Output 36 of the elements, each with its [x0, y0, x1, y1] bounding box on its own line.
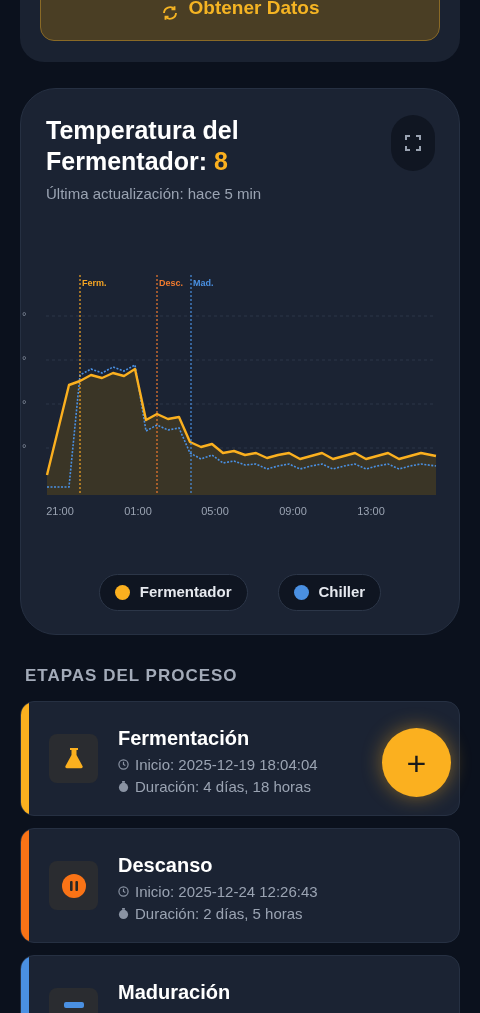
- stage-start-text: Inicio: 2025-12-24 12:26:43: [135, 881, 318, 902]
- y-axis-label: °: [22, 354, 27, 366]
- stage-duration-text: Duración: 2 días, 5 horas: [135, 903, 303, 924]
- x-axis-label: 01:00: [124, 505, 152, 517]
- x-axis-label: 21:00: [46, 505, 74, 517]
- stage-name: Descanso: [118, 852, 214, 878]
- stage-start-text: Inicio: 2025-12-19 18:04:04: [135, 754, 318, 775]
- stopwatch-icon: [118, 781, 129, 792]
- stage-icon: [63, 999, 84, 1008]
- y-axis-label: °: [22, 398, 27, 410]
- stage-card[interactable]: Descanso Inicio: 2025-12-24 12:26:43 Duración: 2 días, 5 horas: [20, 827, 460, 943]
- fetch-data-button[interactable]: Obtener Datos: [40, 0, 440, 41]
- clock-icon: [118, 759, 129, 770]
- stage-name: Fermentación: [118, 725, 251, 751]
- x-axis-label: 09:00: [279, 505, 307, 517]
- stage-marker-label: Desc.: [159, 278, 184, 288]
- stage-duration-text: Duración: 4 días, 18 horas: [135, 776, 311, 797]
- clock-icon: [118, 886, 129, 897]
- pause-icon: [60, 872, 87, 899]
- stopwatch-icon: [118, 908, 129, 919]
- chart-title: Temperatura del Fermentador: 8: [46, 115, 240, 177]
- stage-card[interactable]: Maduración: [20, 954, 460, 1013]
- stage-name: Maduración: [118, 979, 231, 1005]
- fullscreen-button[interactable]: [391, 115, 435, 171]
- stage-marker-label: Ferm.: [82, 278, 107, 288]
- last-update-text: Última actualización: hace 5 min: [46, 184, 263, 204]
- x-axis-label: 05:00: [201, 505, 229, 517]
- refresh-icon: [160, 4, 179, 22]
- y-axis-label: °: [22, 310, 27, 322]
- x-axis-label: 13:00: [357, 505, 385, 517]
- fullscreen-icon: [405, 135, 421, 151]
- y-axis-label: °: [22, 442, 27, 454]
- section-title: ETAPAS DEL PROCESO: [25, 665, 239, 687]
- legend-label: Chiller: [318, 582, 366, 603]
- stage-marker-label: Mad.: [193, 278, 214, 288]
- legend-label: Fermentador: [139, 582, 232, 603]
